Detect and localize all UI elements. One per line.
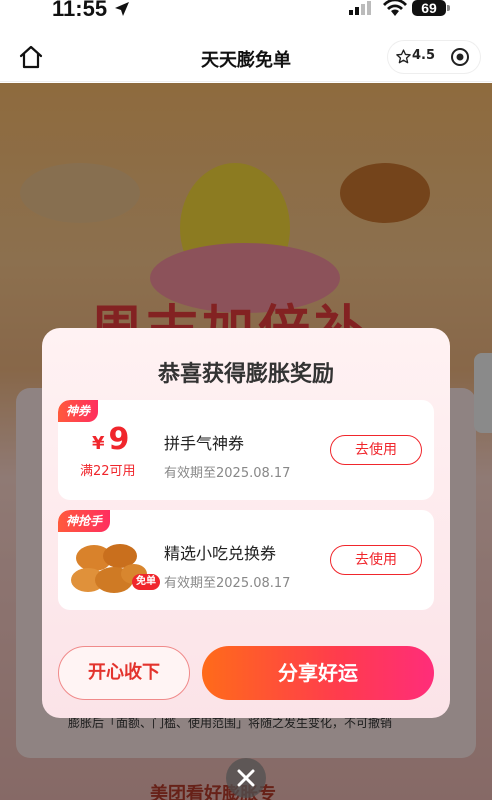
coupon-threshold: 满22可用 (80, 464, 136, 479)
coupon-name: 拼手气神券 (164, 434, 245, 453)
coupon-name: 精选小吃兑换券 (164, 544, 277, 563)
wifi-icon (383, 0, 407, 16)
coupon-tag: 神券 (58, 400, 99, 422)
close-button[interactable] (226, 758, 266, 798)
reward-modal: 恭喜获得膨胀奖励 神券 ¥9 满22可用 拼手气神券 有效期至2025.08.1… (42, 328, 450, 718)
free-badge: 免单 (132, 574, 160, 590)
share-button[interactable]: 分享好运 (202, 646, 434, 700)
modal-title: 恭喜获得膨胀奖励 (157, 362, 334, 387)
battery-tip (447, 5, 450, 11)
currency-symbol: ¥ (92, 433, 105, 454)
coupon-expiry: 有效期至2025.08.17 (164, 466, 291, 481)
coupon-expiry: 有效期至2025.08.17 (164, 576, 291, 591)
location-arrow-icon (115, 2, 129, 16)
rating-value[interactable]: 4.5 (412, 48, 435, 63)
status-time: 11:55 (52, 0, 108, 21)
nav-bar: 天天膨免单 4.5 (0, 30, 492, 82)
coupon-amount: 9 (108, 422, 130, 457)
cellular-signal-icon (349, 1, 371, 15)
close-icon[interactable] (226, 758, 266, 798)
status-bar: 11:55 69 (0, 0, 492, 30)
use-coupon-button[interactable]: 去使用 (330, 435, 422, 465)
coupon-card-2: 神抢手 免单 精选小吃兑换券 有效期至2025.08.17 去使用 (58, 510, 434, 610)
use-coupon-button[interactable]: 去使用 (330, 545, 422, 575)
star-icon (396, 49, 411, 64)
accept-button[interactable]: 开心收下 (58, 646, 190, 700)
record-icon[interactable] (450, 47, 470, 67)
coupon-card-1: 神券 ¥9 满22可用 拼手气神券 有效期至2025.08.17 去使用 (58, 400, 434, 500)
chicken-nugget-image (71, 544, 147, 593)
coupon-price: ¥9 (92, 422, 129, 457)
battery-level: 69 (412, 0, 446, 16)
mini-program-capsule: 4.5 (388, 41, 480, 73)
coupon-tag: 神抢手 (58, 510, 111, 532)
